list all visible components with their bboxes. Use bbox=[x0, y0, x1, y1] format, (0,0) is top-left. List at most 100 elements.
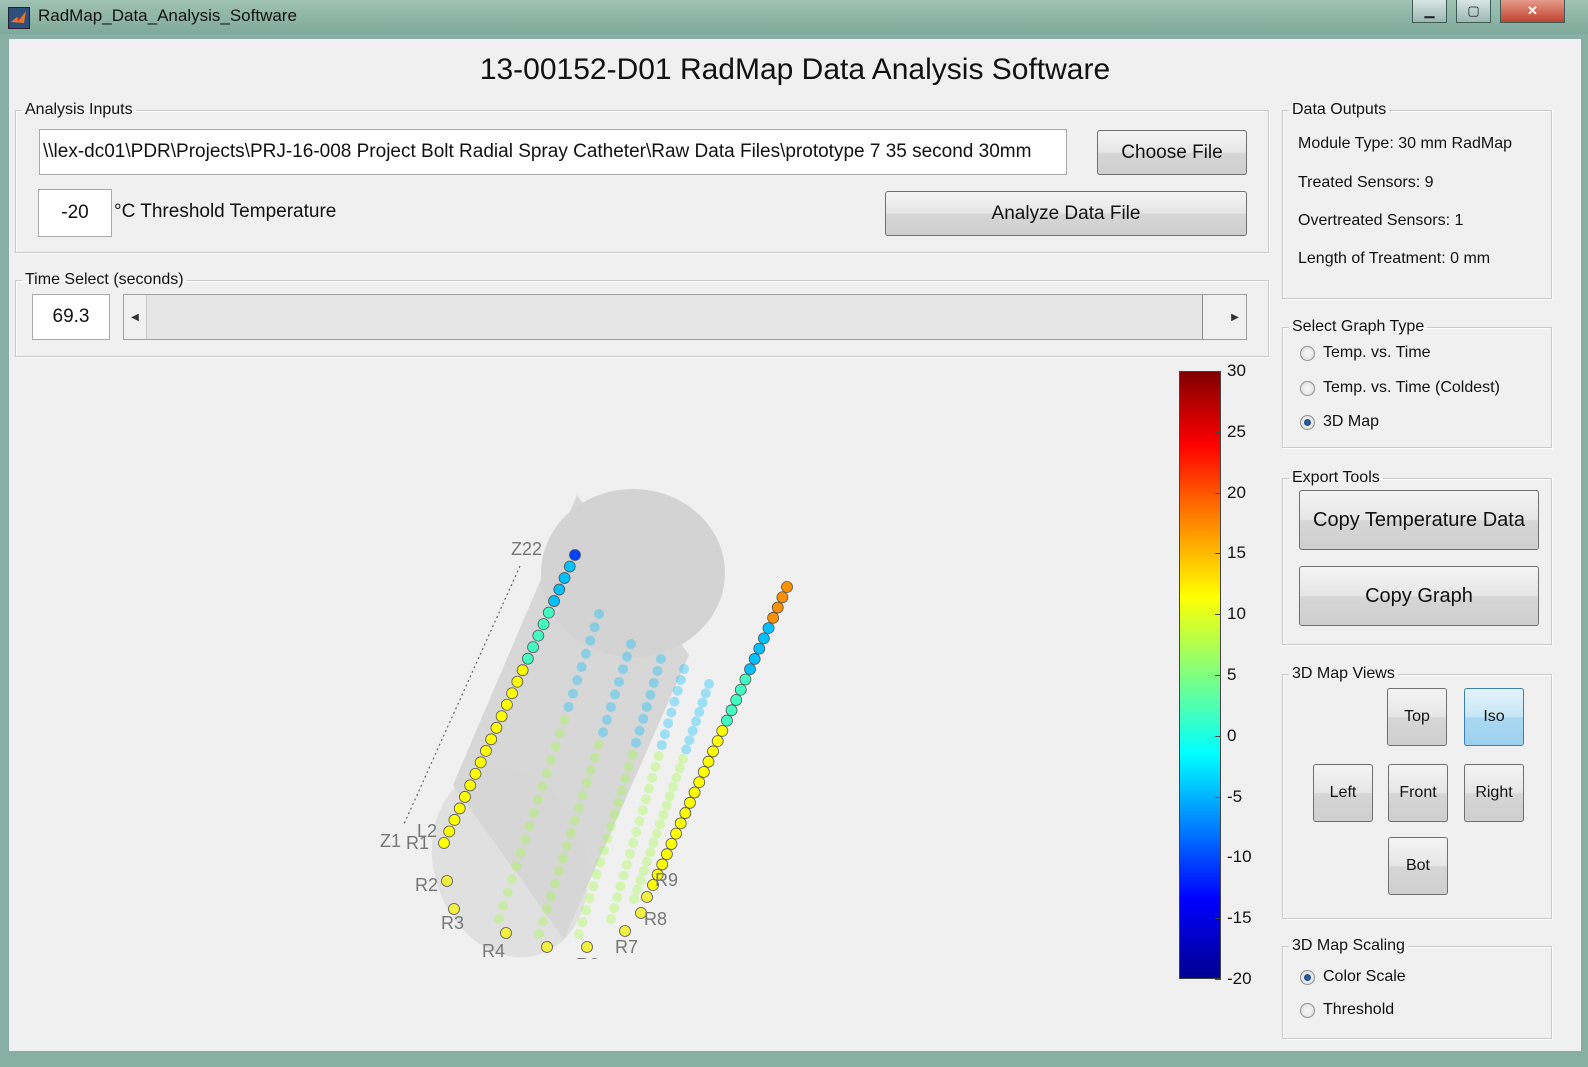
minimize-icon: ▁ bbox=[1424, 3, 1435, 18]
radio-temp-vs-time-coldest[interactable]: Temp. vs. Time (Coldest) bbox=[1300, 379, 1500, 397]
radio-color-scale[interactable]: Color Scale bbox=[1300, 968, 1406, 986]
copy-graph-button[interactable]: Copy Graph bbox=[1299, 566, 1539, 626]
sensor-dot bbox=[771, 601, 784, 614]
analyze-data-file-button[interactable]: Analyze Data File bbox=[885, 191, 1247, 236]
minimize-button[interactable]: ▁ bbox=[1412, 0, 1447, 23]
maximize-icon: ▢ bbox=[1467, 3, 1480, 18]
radio-label: 3D Map bbox=[1323, 413, 1380, 430]
sensor-dot-hidden bbox=[672, 685, 683, 696]
sensor-dot-hidden bbox=[664, 791, 675, 802]
sensor-dot bbox=[660, 848, 673, 861]
colorbar-tick-label: 15 bbox=[1227, 543, 1246, 563]
colorbar-tick-mark bbox=[1215, 796, 1221, 798]
radio-label: Threshold bbox=[1323, 1001, 1395, 1018]
sensor-dot-hidden bbox=[534, 929, 544, 939]
colorbar-tick-mark bbox=[1215, 371, 1221, 372]
file-path-field[interactable]: \\lex-dc01\PDR\Projects\PRJ-16-008 Proje… bbox=[39, 129, 1067, 175]
sensor-dot-hidden bbox=[609, 809, 620, 820]
sensor-dot-hidden bbox=[533, 794, 544, 805]
sensor-dot-hidden bbox=[621, 859, 632, 870]
view-top-button[interactable]: Top bbox=[1387, 688, 1447, 746]
radio-button-selected-icon bbox=[1300, 969, 1315, 985]
sensor-dot-hidden bbox=[681, 744, 692, 755]
time-value-input[interactable]: 69.3 bbox=[32, 294, 110, 340]
sensor-dot bbox=[459, 791, 471, 803]
sensor-dot-hidden bbox=[616, 785, 627, 796]
title-bar: RadMap_Data_Analysis_Software ▁ ▢ ✕ bbox=[0, 0, 1588, 34]
sensor-dot bbox=[569, 549, 581, 561]
sensor-dot bbox=[448, 814, 461, 826]
sensor-dot-hidden bbox=[656, 740, 667, 751]
module-type-text: Module Type: 30 mm RadMap bbox=[1298, 135, 1513, 152]
sensor-dot bbox=[563, 560, 576, 573]
data-outputs-legend: Data Outputs bbox=[1292, 101, 1387, 118]
map-3d-plot[interactable]: Z22 Z1 L2 R1 R2 R3 R4 R5 R6 R7 R8 R9 bbox=[349, 439, 829, 959]
copy-temperature-data-button[interactable]: Copy Temperature Data bbox=[1299, 490, 1539, 550]
sensor-dot bbox=[767, 611, 780, 624]
sensor-dot-hidden bbox=[558, 853, 568, 864]
view-left-button[interactable]: Left bbox=[1313, 764, 1373, 822]
sensor-dot-hidden bbox=[631, 737, 642, 748]
slider-thumb[interactable] bbox=[1202, 295, 1226, 339]
sensor-dot-hidden bbox=[634, 816, 645, 827]
sensor-dot-hidden bbox=[668, 781, 679, 792]
colorbar-tick-label: 0 bbox=[1227, 725, 1237, 745]
colorbar-tick-mark bbox=[1215, 918, 1221, 920]
map-scaling-legend: 3D Map Scaling bbox=[1292, 937, 1405, 954]
sensor-dot-hidden bbox=[562, 840, 572, 851]
sensor-dot bbox=[438, 837, 450, 849]
radio-3d-map[interactable]: 3D Map bbox=[1300, 413, 1379, 431]
view-bot-button[interactable]: Bot bbox=[1388, 837, 1448, 895]
time-slider[interactable]: ◀ ▶ bbox=[123, 294, 1247, 340]
sensor-dot-hidden bbox=[675, 674, 686, 685]
sensor-dot bbox=[744, 663, 756, 676]
sensor-dot bbox=[702, 755, 715, 768]
sensor-dot-hidden bbox=[507, 874, 518, 885]
sensor-dot bbox=[464, 779, 477, 792]
sensor-dot bbox=[721, 714, 733, 727]
sensor-dot-hidden bbox=[704, 679, 714, 689]
sensor-dot bbox=[730, 694, 743, 706]
sensor-dot bbox=[453, 802, 466, 815]
sensor-dot bbox=[511, 675, 524, 688]
threshold-temperature-input[interactable]: -20 bbox=[38, 189, 112, 237]
close-button[interactable]: ✕ bbox=[1500, 0, 1565, 23]
map-views-legend: 3D Map Views bbox=[1292, 665, 1395, 682]
view-front-button[interactable]: Front bbox=[1388, 764, 1448, 822]
colorbar-tick-mark bbox=[1215, 979, 1221, 980]
colorbar-ticks: 30 25 20 15 10 5 0 -5 -10 -15 -20 bbox=[1215, 361, 1281, 988]
sensor-dot-hidden bbox=[648, 677, 659, 688]
sensor-dot-hidden bbox=[694, 707, 705, 718]
threshold-temperature-label: °C Threshold Temperature bbox=[114, 201, 337, 222]
colorbar-tick-mark bbox=[1215, 614, 1221, 616]
sensor-dot-hidden bbox=[577, 917, 588, 928]
choose-file-button[interactable]: Choose File bbox=[1097, 130, 1247, 175]
radio-button-icon bbox=[1300, 345, 1315, 361]
radio-label: Temp. vs. Time (Coldest) bbox=[1323, 379, 1500, 396]
data-outputs-panel: Data Outputs bbox=[1282, 101, 1552, 299]
sensor-dot bbox=[711, 735, 724, 748]
sensor-dot-hidden bbox=[588, 881, 599, 892]
sensor-dot-hidden bbox=[610, 689, 620, 700]
radio-label: Temp. vs. Time bbox=[1323, 344, 1431, 361]
radio-threshold[interactable]: Threshold bbox=[1300, 1001, 1394, 1019]
maximize-button[interactable]: ▢ bbox=[1456, 0, 1491, 23]
slider-left-arrow-icon[interactable]: ◀ bbox=[124, 295, 147, 339]
radio-temp-vs-time[interactable]: Temp. vs. Time bbox=[1300, 344, 1431, 362]
view-iso-button[interactable]: Iso bbox=[1464, 688, 1524, 746]
sensor-dot-hidden bbox=[645, 689, 656, 700]
sensor-dot-hidden bbox=[651, 828, 662, 839]
sensor-dot bbox=[656, 858, 669, 871]
sensor-dot-hidden bbox=[622, 651, 632, 662]
sensor-dot-hidden bbox=[700, 688, 711, 699]
sensor-dot-hidden bbox=[690, 716, 701, 727]
slider-right-arrow-icon[interactable]: ▶ bbox=[1224, 295, 1246, 339]
sensor-dot-hidden bbox=[656, 654, 666, 664]
sensor-dot-hidden bbox=[541, 768, 552, 779]
sensor-dot-hidden bbox=[609, 903, 620, 914]
sensor-dot bbox=[641, 891, 653, 903]
view-right-button[interactable]: Right bbox=[1464, 764, 1524, 822]
sensor-dot-hidden bbox=[598, 845, 609, 856]
sensor-dot-hidden bbox=[642, 856, 653, 867]
sensor-dot-hidden bbox=[598, 727, 608, 738]
